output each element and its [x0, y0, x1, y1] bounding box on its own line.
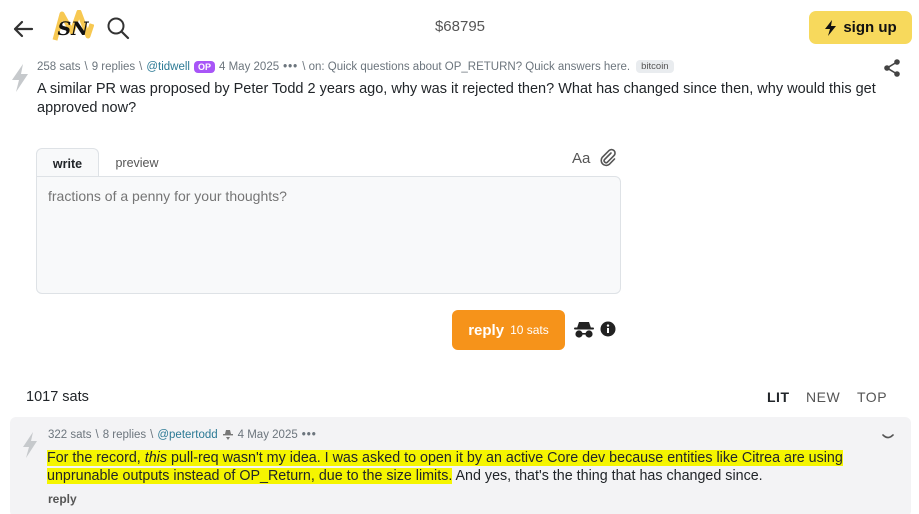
more-options-icon[interactable]: ••• [302, 429, 317, 441]
post-author[interactable]: @tidwell [146, 61, 190, 73]
bolt-icon [825, 19, 837, 36]
more-options-icon[interactable]: ••• [283, 61, 298, 73]
anonymous-icon[interactable] [573, 320, 595, 340]
comment-meta: 322 sats \ 8 replies \ @petertodd 4 May … [48, 429, 317, 441]
arrow-left-icon[interactable] [8, 14, 38, 44]
post-replies[interactable]: 9 replies [92, 61, 135, 73]
post-sats[interactable]: 258 sats [37, 61, 80, 73]
text-format-icon[interactable]: Aa [572, 150, 590, 167]
sn-logo[interactable]: SN [52, 10, 94, 44]
upvote-bolt-icon[interactable] [9, 63, 31, 93]
paperclip-icon[interactable] [598, 148, 618, 168]
sort-new[interactable]: NEW [806, 389, 840, 405]
sub-badge[interactable]: bitcoin [636, 60, 674, 73]
tab-write[interactable]: write [36, 148, 99, 178]
info-icon[interactable] [600, 321, 616, 337]
comment-text-pre: For the record, [47, 450, 145, 466]
parent-link[interactable]: \ on: Quick questions about OP_RETURN? Q… [302, 61, 630, 73]
comment-replies[interactable]: 8 replies [103, 429, 146, 441]
signup-label: sign up [843, 19, 897, 36]
comment-date[interactable]: 4 May 2025 [238, 429, 298, 441]
logo-text: SN [57, 18, 89, 40]
collapse-icon[interactable] [880, 428, 896, 444]
reply-textarea[interactable] [36, 176, 621, 294]
share-icon[interactable] [882, 58, 902, 78]
reply-cost: 10 sats [510, 323, 549, 337]
comment-sats[interactable]: 322 sats [48, 429, 91, 441]
post-date[interactable]: 4 May 2025 [219, 61, 279, 73]
reply-button[interactable]: reply 10 sats [452, 310, 565, 350]
signup-button[interactable]: sign up [809, 11, 912, 44]
hat-icon [222, 430, 233, 440]
total-sats: 1017 sats [26, 389, 89, 405]
sort-lit[interactable]: LIT [767, 389, 790, 405]
op-badge: OP [194, 60, 216, 73]
comment-text-em: this [144, 450, 167, 466]
comment-reply-link[interactable]: reply [48, 492, 77, 506]
comment-author[interactable]: @petertodd [157, 429, 217, 441]
search-icon[interactable] [104, 14, 132, 42]
upvote-bolt-icon[interactable] [20, 431, 40, 459]
comment-text-post: And yes, that's the thing that has chang… [452, 468, 763, 484]
post-meta: 258 sats \ 9 replies \ @tidwell OP 4 May… [37, 60, 674, 73]
tab-preview[interactable]: preview [106, 148, 168, 178]
reply-button-label: reply [468, 321, 505, 339]
btc-price[interactable]: $68795 [410, 18, 510, 35]
sort-top[interactable]: TOP [857, 389, 887, 405]
post-body: A similar PR was proposed by Peter Todd … [37, 81, 876, 116]
comment-body: For the record, this pull-req wasn't my … [47, 449, 907, 485]
